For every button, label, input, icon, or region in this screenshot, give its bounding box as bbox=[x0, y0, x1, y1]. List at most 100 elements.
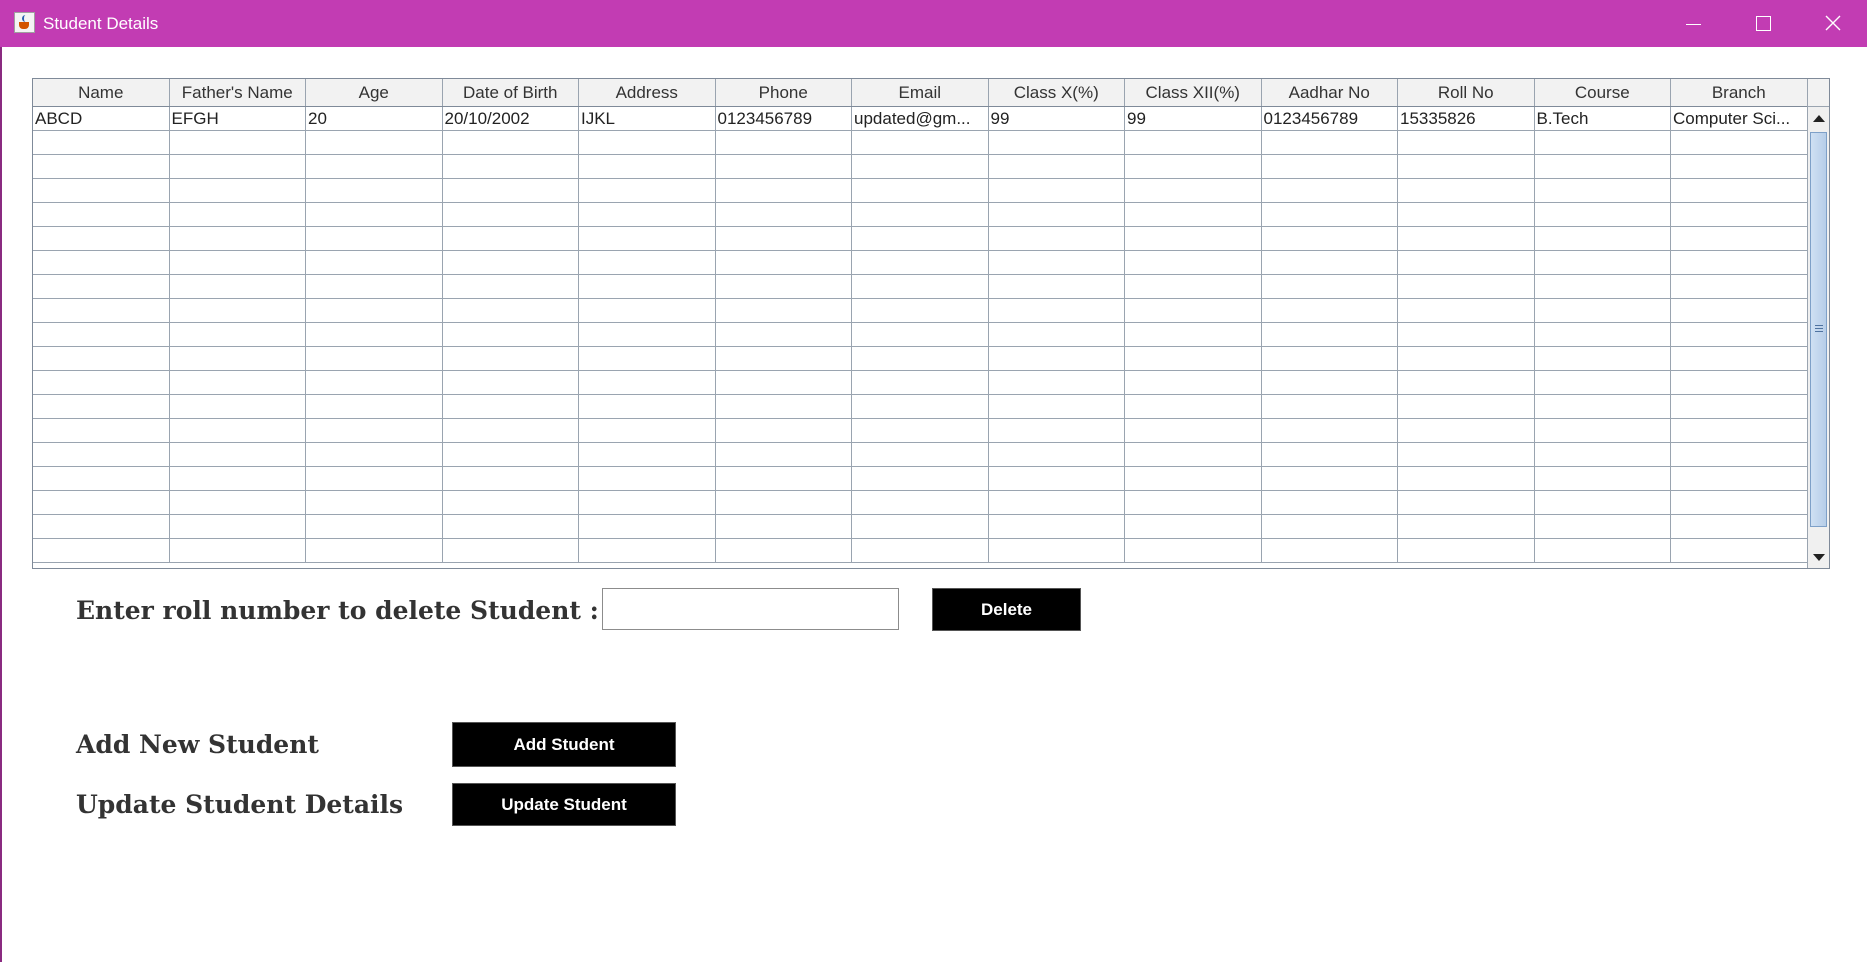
table-cell[interactable] bbox=[306, 419, 443, 442]
table-cell[interactable] bbox=[852, 131, 989, 154]
table-cell[interactable] bbox=[852, 539, 989, 562]
table-cell[interactable] bbox=[579, 515, 716, 538]
table-cell[interactable] bbox=[170, 491, 306, 514]
table-cell[interactable] bbox=[852, 155, 989, 178]
table-cell[interactable] bbox=[306, 323, 443, 346]
table-cell[interactable] bbox=[1535, 467, 1671, 490]
table-row[interactable]: ABCD EFGH 20 20/10/2002 IJKL 0123456789 update… bbox=[33, 107, 1807, 131]
table-cell[interactable] bbox=[1535, 443, 1671, 466]
vertical-scrollbar[interactable] bbox=[1807, 79, 1829, 568]
table-cell[interactable] bbox=[1125, 251, 1262, 274]
table-cell[interactable] bbox=[579, 347, 716, 370]
add-student-button[interactable]: Add Student bbox=[452, 722, 676, 767]
table-cell[interactable] bbox=[306, 371, 443, 394]
table-cell[interactable] bbox=[1535, 299, 1671, 322]
table-cell[interactable] bbox=[989, 179, 1125, 202]
table-cell[interactable] bbox=[1398, 539, 1535, 562]
update-student-button[interactable]: Update Student bbox=[452, 783, 676, 826]
table-cell[interactable] bbox=[306, 443, 443, 466]
table-cell[interactable] bbox=[1125, 443, 1262, 466]
table-cell[interactable] bbox=[443, 419, 579, 442]
table-cell[interactable] bbox=[33, 155, 170, 178]
table-cell[interactable] bbox=[1671, 131, 1807, 154]
roll-number-input[interactable] bbox=[602, 588, 899, 630]
table-cell[interactable] bbox=[579, 323, 716, 346]
table-cell[interactable] bbox=[1262, 155, 1398, 178]
table-cell[interactable] bbox=[1671, 467, 1807, 490]
table-cell[interactable] bbox=[1125, 371, 1262, 394]
table-cell[interactable] bbox=[716, 275, 852, 298]
table-cell[interactable] bbox=[1671, 275, 1807, 298]
table-cell[interactable] bbox=[443, 491, 579, 514]
close-button[interactable] bbox=[1798, 0, 1867, 47]
table-cell[interactable] bbox=[1398, 275, 1535, 298]
table-cell[interactable] bbox=[716, 491, 852, 514]
table-cell[interactable] bbox=[1535, 275, 1671, 298]
table-cell[interactable] bbox=[579, 491, 716, 514]
table-cell[interactable] bbox=[1262, 419, 1398, 442]
column-header[interactable]: Course bbox=[1535, 79, 1671, 106]
table-cell[interactable] bbox=[989, 419, 1125, 442]
table-cell[interactable] bbox=[852, 371, 989, 394]
table-row[interactable] bbox=[33, 275, 1807, 299]
table-cell[interactable] bbox=[989, 131, 1125, 154]
table-cell[interactable] bbox=[852, 227, 989, 250]
table-cell[interactable] bbox=[989, 515, 1125, 538]
table-cell[interactable] bbox=[579, 275, 716, 298]
table-cell[interactable] bbox=[1535, 491, 1671, 514]
table-cell[interactable] bbox=[306, 299, 443, 322]
table-cell[interactable] bbox=[1671, 515, 1807, 538]
table-cell[interactable] bbox=[1535, 251, 1671, 274]
scroll-down-icon[interactable] bbox=[1813, 554, 1825, 561]
table-cell[interactable]: EFGH bbox=[170, 107, 306, 130]
table-cell[interactable] bbox=[716, 323, 852, 346]
delete-button[interactable]: Delete bbox=[932, 588, 1081, 631]
table-cell[interactable]: 99 bbox=[989, 107, 1125, 130]
table-cell[interactable] bbox=[1671, 155, 1807, 178]
column-header[interactable]: Roll No bbox=[1398, 79, 1535, 106]
table-cell[interactable] bbox=[989, 395, 1125, 418]
table-cell[interactable] bbox=[306, 203, 443, 226]
table-cell[interactable] bbox=[1262, 179, 1398, 202]
table-cell[interactable] bbox=[1262, 515, 1398, 538]
table-cell[interactable] bbox=[989, 299, 1125, 322]
column-header[interactable]: Class X(%) bbox=[989, 79, 1125, 106]
column-header[interactable]: Class XII(%) bbox=[1125, 79, 1262, 106]
table-cell[interactable] bbox=[852, 395, 989, 418]
table-cell[interactable] bbox=[306, 515, 443, 538]
table-cell[interactable] bbox=[716, 443, 852, 466]
table-cell[interactable] bbox=[852, 299, 989, 322]
table-cell[interactable] bbox=[716, 251, 852, 274]
table-cell[interactable] bbox=[443, 227, 579, 250]
table-cell[interactable] bbox=[716, 419, 852, 442]
table-cell[interactable] bbox=[33, 179, 170, 202]
table-cell[interactable] bbox=[579, 299, 716, 322]
table-cell[interactable] bbox=[1262, 299, 1398, 322]
table-cell[interactable] bbox=[170, 419, 306, 442]
table-cell[interactable] bbox=[716, 467, 852, 490]
table-cell[interactable] bbox=[1535, 347, 1671, 370]
table-cell[interactable] bbox=[1125, 155, 1262, 178]
table-cell[interactable] bbox=[33, 227, 170, 250]
table-cell[interactable] bbox=[579, 179, 716, 202]
table-cell[interactable] bbox=[33, 251, 170, 274]
table-cell[interactable] bbox=[1398, 419, 1535, 442]
maximize-button[interactable] bbox=[1728, 0, 1798, 47]
column-header[interactable]: Date of Birth bbox=[443, 79, 579, 106]
table-cell[interactable] bbox=[1671, 299, 1807, 322]
table-cell[interactable] bbox=[579, 371, 716, 394]
table-cell[interactable] bbox=[852, 323, 989, 346]
column-header[interactable]: Age bbox=[306, 79, 443, 106]
table-cell[interactable] bbox=[852, 347, 989, 370]
table-cell[interactable] bbox=[1262, 467, 1398, 490]
table-cell[interactable] bbox=[579, 539, 716, 562]
table-cell[interactable] bbox=[443, 395, 579, 418]
table-cell[interactable] bbox=[1262, 131, 1398, 154]
table-cell[interactable] bbox=[1398, 371, 1535, 394]
table-cell[interactable] bbox=[989, 323, 1125, 346]
table-cell[interactable] bbox=[1398, 395, 1535, 418]
table-cell[interactable] bbox=[1535, 179, 1671, 202]
table-cell[interactable] bbox=[989, 491, 1125, 514]
table-cell[interactable] bbox=[170, 155, 306, 178]
column-header[interactable]: Father's Name bbox=[170, 79, 306, 106]
